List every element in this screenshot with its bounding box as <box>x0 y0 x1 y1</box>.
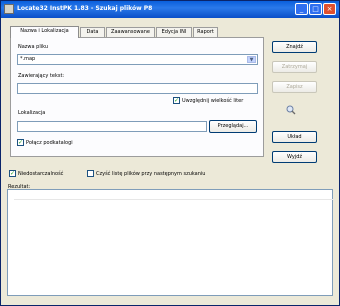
tab-advanced[interactable]: Zaawansowane <box>106 27 155 37</box>
location-input[interactable] <box>17 121 207 132</box>
search-dialog-window: Locate32 InstPK 1.83 - Szukaj plików P8 … <box>0 0 340 306</box>
tab-panel: Nazwa pliku *.map ▼ Zawierający tekst: ✓… <box>10 37 264 157</box>
location-label: Lokalizacja <box>18 110 46 116</box>
maximize-button[interactable]: □ <box>309 3 322 15</box>
match-case-label: Uwzględnij wielkość liter <box>182 98 244 104</box>
filename-combobox[interactable]: *.map ▼ <box>17 54 258 65</box>
tab-name-location[interactable]: Nazwa i Lokalizacja <box>10 26 79 38</box>
filename-value: *.map <box>20 56 36 62</box>
match-case-checkbox[interactable]: ✓ <box>173 97 180 104</box>
find-button[interactable]: Znajdź <box>272 41 317 53</box>
save-button[interactable]: Zapisz <box>272 81 317 93</box>
tab-edit-ini[interactable]: Edycja INI <box>156 27 192 37</box>
exit-button[interactable]: Wyjdź <box>272 151 317 163</box>
contains-text-input[interactable] <box>17 83 258 94</box>
window-title: Locate32 InstPK 1.83 - Szukaj plików P8 <box>17 5 153 12</box>
option-checkbox-1[interactable]: ✓ <box>9 170 16 177</box>
title-bar[interactable]: Locate32 InstPK 1.83 - Szukaj plików P8 … <box>1 1 339 18</box>
option-checkbox-2[interactable]: ✓ <box>87 170 94 177</box>
option-checkbox-1-label: Niedostarczalność <box>18 171 64 177</box>
results-list[interactable] <box>7 189 334 296</box>
filename-label: Nazwa pliku <box>18 44 49 50</box>
close-button[interactable]: × <box>323 3 336 15</box>
tab-date[interactable]: Data <box>80 27 105 37</box>
minimize-button[interactable]: _ <box>295 3 308 15</box>
browse-button[interactable]: Przeglądaj... <box>209 120 257 133</box>
join-subfolders-checkbox[interactable]: ✓ <box>17 139 24 146</box>
tab-report[interactable]: Raport <box>193 27 218 37</box>
contains-text-label: Zawierający tekst: <box>18 73 65 79</box>
app-window-icon <box>4 4 14 14</box>
option-checkbox-2-label: Czyść listę plików przy następnym szukan… <box>96 171 206 177</box>
layout-button[interactable]: Układ <box>272 131 317 143</box>
join-subfolders-label: Połącz podkatalogi <box>26 140 73 146</box>
stop-button[interactable]: Zatrzymaj <box>272 61 317 73</box>
magnifier-icon <box>286 105 296 115</box>
chevron-down-icon[interactable]: ▼ <box>247 56 256 63</box>
results-header-divider <box>14 199 334 200</box>
